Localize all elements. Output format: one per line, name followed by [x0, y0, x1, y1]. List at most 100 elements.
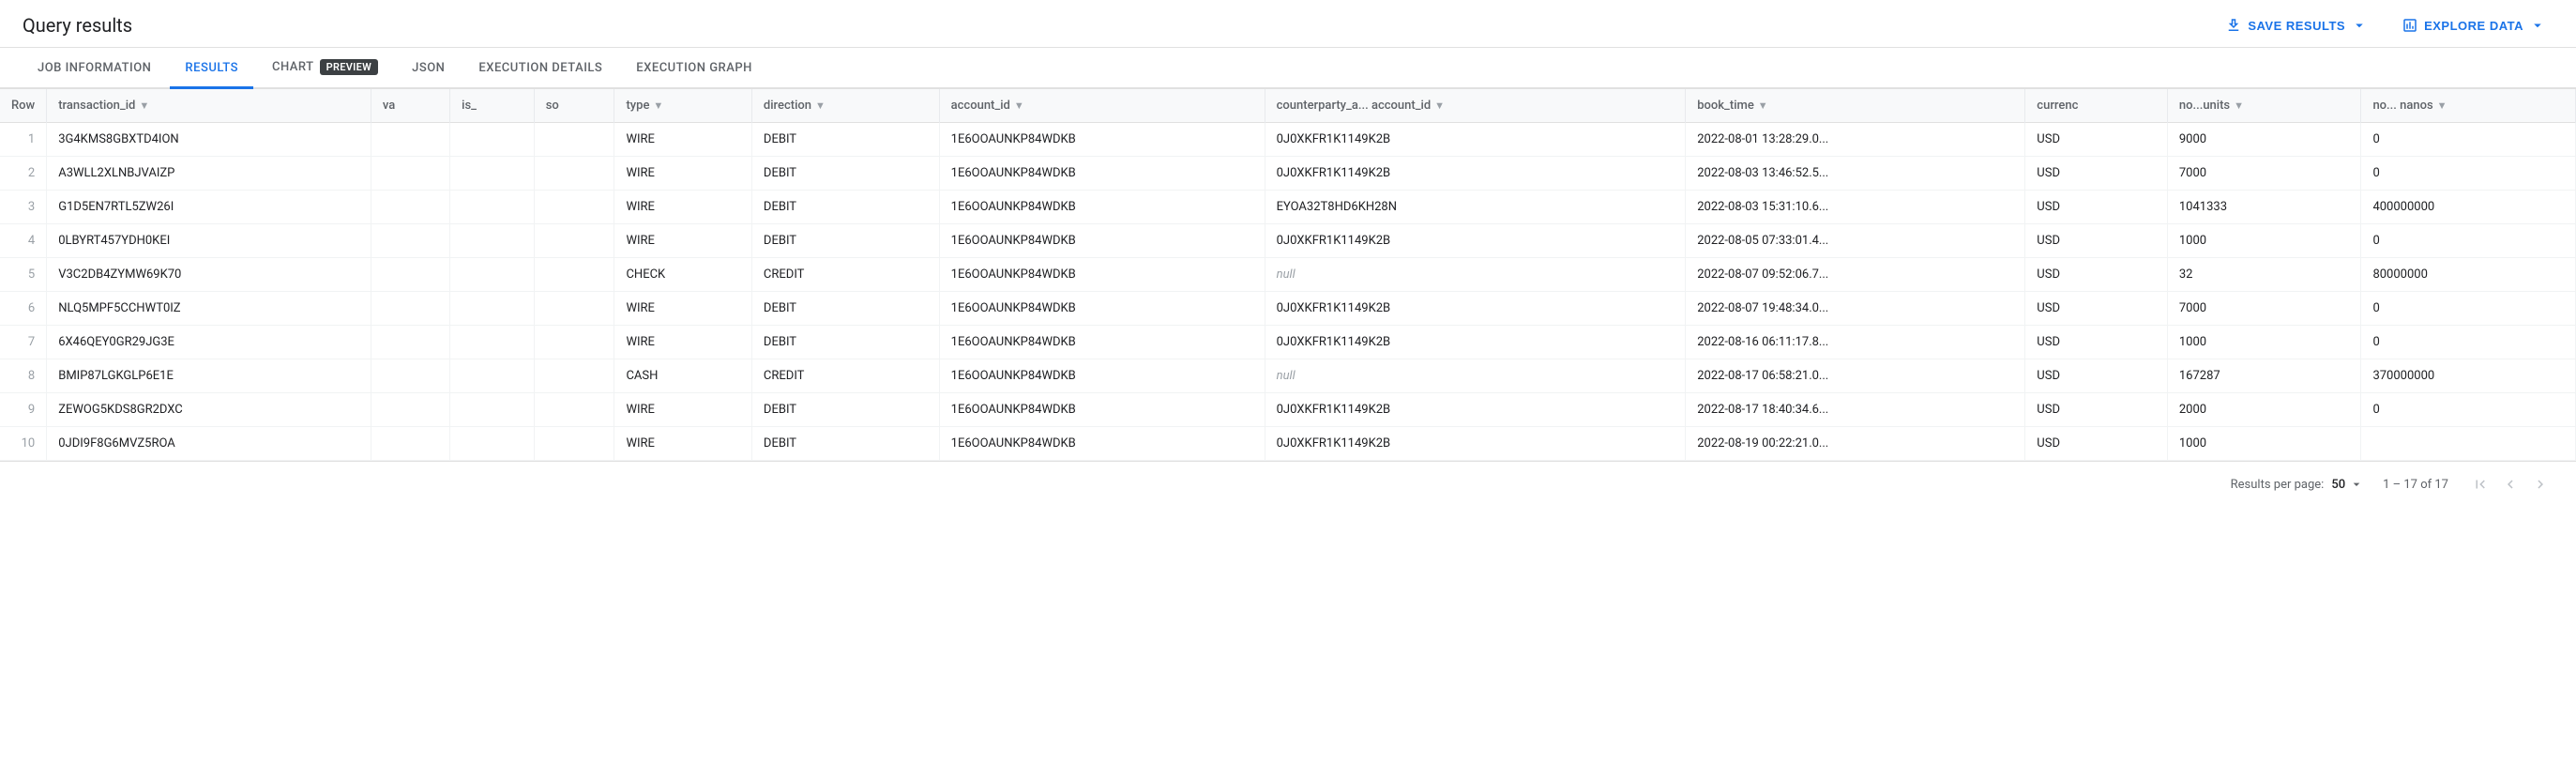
table-row: 9ZEWOG5KDS8GR2DXCWIREDEBIT1E6OOAUNKP84WD…: [0, 393, 2576, 427]
table-cell: 0: [2361, 393, 2576, 427]
tab-execution-graph[interactable]: EXECUTION GRAPH: [621, 50, 767, 89]
per-page-label: Results per page:: [2231, 478, 2325, 492]
table-cell: DEBIT: [751, 157, 939, 191]
table-cell: 2022-08-07 09:52:06.7...: [1686, 258, 2025, 292]
table-cell: WIRE: [614, 292, 751, 326]
table-cell: 1E6OOAUNKP84WDKB: [939, 326, 1265, 359]
table-cell: CHECK: [614, 258, 751, 292]
table-cell: 8: [0, 359, 47, 393]
table-cell: USD: [2025, 191, 2168, 224]
table-cell: 1E6OOAUNKP84WDKB: [939, 224, 1265, 258]
col-header-book-time[interactable]: book_time ▼: [1686, 89, 2025, 123]
col-header-direction[interactable]: direction ▼: [751, 89, 939, 123]
table-cell: [371, 191, 449, 224]
table-cell: [371, 292, 449, 326]
table-cell: 7000: [2167, 292, 2361, 326]
results-table: Row transaction_id ▼ va is_ so: [0, 89, 2576, 461]
table-cell: WIRE: [614, 224, 751, 258]
first-page-button[interactable]: [2467, 471, 2493, 497]
table-cell: 370000000: [2361, 359, 2576, 393]
table-row: 3G1D5EN7RTL5ZW26IWIREDEBIT1E6OOAUNKP84WD…: [0, 191, 2576, 224]
table-cell: WIRE: [614, 191, 751, 224]
table-body: 13G4KMS8GBXTD4IONWIREDEBIT1E6OOAUNKP84WD…: [0, 123, 2576, 461]
save-results-button[interactable]: SAVE RESULTS: [2218, 13, 2375, 38]
table-cell: WIRE: [614, 393, 751, 427]
table-cell: BMIP87LGKGLP6E1E: [47, 359, 371, 393]
table-cell: [450, 191, 535, 224]
col-header-currency: currenc: [2025, 89, 2168, 123]
table-cell: 1E6OOAUNKP84WDKB: [939, 191, 1265, 224]
tab-results[interactable]: RESULTS: [170, 50, 253, 89]
col-header-no-nanos[interactable]: no... nanos ▼: [2361, 89, 2576, 123]
tab-execution-details[interactable]: EXECUTION DETAILS: [463, 50, 617, 89]
table-cell: 7000: [2167, 157, 2361, 191]
sort-icon-transaction-id: ▼: [139, 99, 149, 112]
table-cell: WIRE: [614, 326, 751, 359]
table-cell: [534, 292, 614, 326]
prev-page-button[interactable]: [2497, 471, 2523, 497]
table-cell: A3WLL2XLNBJVAIZP: [47, 157, 371, 191]
table-row: 76X46QEY0GR29JG3EWIREDEBIT1E6OOAUNKP84WD…: [0, 326, 2576, 359]
col-header-no-units[interactable]: no...units ▼: [2167, 89, 2361, 123]
table-cell: [534, 326, 614, 359]
table-cell: EYOA32T8HD6KH28N: [1265, 191, 1686, 224]
table-cell: USD: [2025, 224, 2168, 258]
results-table-container: Row transaction_id ▼ va is_ so: [0, 89, 2576, 461]
col-header-type[interactable]: type ▼: [614, 89, 751, 123]
tab-json[interactable]: JSON: [397, 50, 460, 89]
table-cell: [450, 359, 535, 393]
table-cell: 2022-08-07 19:48:34.0...: [1686, 292, 2025, 326]
table-cell: [371, 359, 449, 393]
table-cell: DEBIT: [751, 427, 939, 461]
col-header-account-id[interactable]: account_id ▼: [939, 89, 1265, 123]
tab-chart[interactable]: CHART PREVIEW: [257, 48, 393, 89]
header-actions: SAVE RESULTS EXPLORE DATA: [2218, 13, 2553, 38]
sort-icon-type: ▼: [653, 99, 663, 112]
table-row: 2A3WLL2XLNBJVAIZPWIREDEBIT1E6OOAUNKP84WD…: [0, 157, 2576, 191]
table-cell: 2022-08-03 15:31:10.6...: [1686, 191, 2025, 224]
table-cell: null: [1265, 359, 1686, 393]
table-cell: 400000000: [2361, 191, 2576, 224]
preview-badge: PREVIEW: [320, 59, 379, 75]
tab-job-information[interactable]: JOB INFORMATION: [23, 50, 166, 89]
table-cell: DEBIT: [751, 326, 939, 359]
table-cell: 1E6OOAUNKP84WDKB: [939, 359, 1265, 393]
table-cell: 5: [0, 258, 47, 292]
table-cell: [534, 157, 614, 191]
table-cell: 9: [0, 393, 47, 427]
table-cell: [534, 258, 614, 292]
sort-icon-book-time: ▼: [1758, 99, 1768, 112]
table-cell: 0J0XKFR1K1149K2B: [1265, 292, 1686, 326]
table-cell: CREDIT: [751, 359, 939, 393]
table-cell: [450, 326, 535, 359]
table-cell: [450, 123, 535, 157]
table-cell: 80000000: [2361, 258, 2576, 292]
table-cell: 167287: [2167, 359, 2361, 393]
table-cell: WIRE: [614, 157, 751, 191]
col-header-va: va: [371, 89, 449, 123]
table-cell: 3G4KMS8GBXTD4ION: [47, 123, 371, 157]
pagination-nav: [2467, 471, 2553, 497]
table-cell: DEBIT: [751, 191, 939, 224]
table-cell: 2022-08-16 06:11:17.8...: [1686, 326, 2025, 359]
per-page-select[interactable]: 50: [2331, 477, 2364, 492]
sort-icon-no-nanos: ▼: [2437, 99, 2447, 112]
sort-icon-account-id: ▼: [1014, 99, 1024, 112]
save-icon: [2225, 17, 2242, 34]
table-row: 6NLQ5MPF5CCHWT0IZWIREDEBIT1E6OOAUNKP84WD…: [0, 292, 2576, 326]
table-footer: Results per page: 50 1 – 17 of 17: [0, 461, 2576, 507]
table-cell: ZEWOG5KDS8GR2DXC: [47, 393, 371, 427]
pagination-range: 1 – 17 of 17: [2383, 478, 2448, 492]
table-cell: 0: [2361, 326, 2576, 359]
prev-page-icon: [2502, 476, 2519, 493]
col-header-transaction-id[interactable]: transaction_id ▼: [47, 89, 371, 123]
explore-data-button[interactable]: EXPLORE DATA: [2394, 13, 2553, 38]
table-cell: [371, 224, 449, 258]
table-cell: 1E6OOAUNKP84WDKB: [939, 123, 1265, 157]
next-page-button[interactable]: [2527, 471, 2553, 497]
sort-icon-direction: ▼: [815, 99, 826, 112]
table-cell: DEBIT: [751, 123, 939, 157]
col-header-counterparty[interactable]: counterparty_a... account_id ▼: [1265, 89, 1686, 123]
table-cell: 1E6OOAUNKP84WDKB: [939, 292, 1265, 326]
table-cell: 1000: [2167, 427, 2361, 461]
